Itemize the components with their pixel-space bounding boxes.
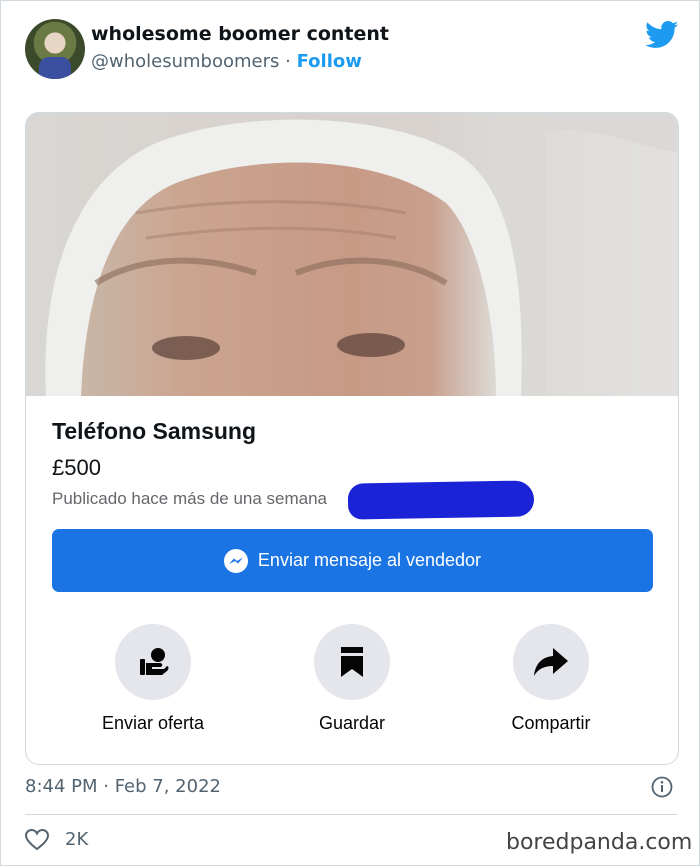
handle-line: @wholesumboomers · Follow	[91, 51, 362, 72]
info-icon[interactable]	[651, 776, 673, 798]
handle[interactable]: @wholesumboomers	[91, 51, 279, 72]
display-name[interactable]: wholesome boomer content	[91, 23, 389, 45]
message-seller-button[interactable]: Enviar mensaje al vendedor	[52, 529, 653, 592]
offer-icon	[140, 648, 169, 675]
messenger-icon	[223, 548, 248, 573]
action-share[interactable]: Compartir	[451, 624, 651, 734]
action-save-label: Guardar	[318, 713, 386, 733]
separator: ·	[285, 51, 291, 72]
divider	[25, 814, 677, 815]
action-offer-label: Enviar oferta	[101, 713, 205, 733]
listing-photo	[26, 113, 678, 396]
share-icon	[534, 648, 568, 676]
twitter-bird-icon[interactable]	[645, 21, 679, 49]
watermark: boredpanda.com	[506, 830, 693, 855]
message-seller-label: Enviar mensaje al vendedor	[257, 550, 482, 570]
bookmark-icon	[341, 647, 363, 677]
follow-button[interactable]: Follow	[297, 51, 362, 72]
listing-price: £500	[52, 455, 101, 480]
action-share-label: Compartir	[511, 713, 591, 733]
avatar[interactable]	[25, 19, 85, 79]
timestamp[interactable]: 8:44 PM · Feb 7, 2022	[25, 776, 221, 797]
listing-title: Teléfono Samsung	[52, 418, 257, 444]
listing-posted: Publicado hace más de una semana	[52, 489, 328, 508]
marketplace-listing: Teléfono Samsung £500 Publicado hace más…	[25, 112, 679, 765]
action-save[interactable]: Guardar	[252, 624, 452, 734]
heart-icon[interactable]	[25, 829, 49, 851]
tweet-card: wholesome boomer content @wholesumboomer…	[0, 0, 700, 866]
like-count[interactable]: 2K	[65, 829, 88, 850]
redaction-scribble	[347, 480, 535, 520]
action-offer[interactable]: Enviar oferta	[53, 624, 253, 734]
